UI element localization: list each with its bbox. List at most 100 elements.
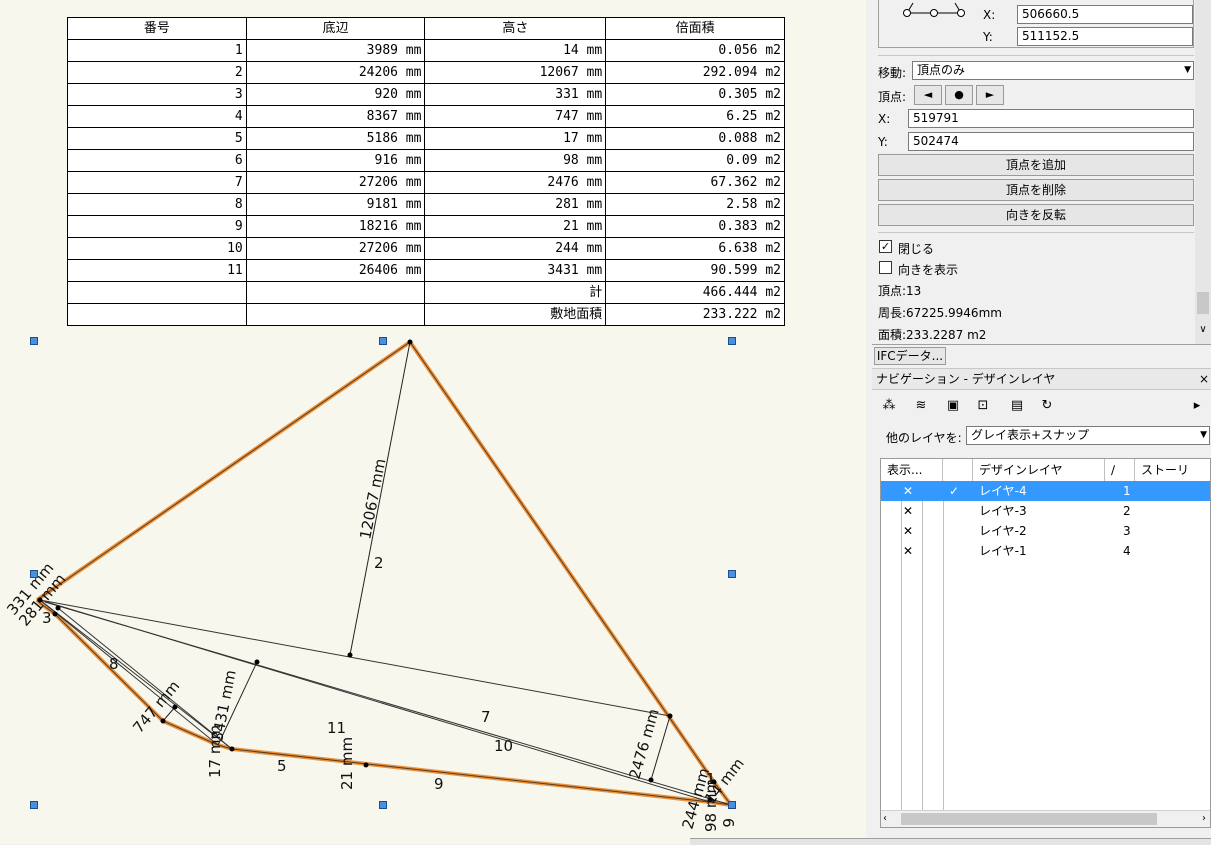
triangle-label-9: 9	[434, 775, 444, 793]
object-info-panel: X: 506660.5 Y: 511152.5 移動: 頂点のみ ▼ 頂点: ◄…	[872, 0, 1211, 344]
height-label-12067: 12067 mm	[356, 457, 389, 541]
divider	[878, 232, 1194, 233]
x-field[interactable]: 506660.5	[1017, 5, 1193, 24]
layer-order: 2	[1123, 504, 1131, 518]
visibility-icon[interactable]: ✕	[903, 481, 913, 501]
navigation-title: ナビゲーション - デザインレイヤ ×	[872, 368, 1211, 390]
chevron-down-icon: ▼	[1200, 430, 1207, 440]
layer-name: レイヤ-3	[979, 504, 1027, 518]
next-vertex-button[interactable]: ►	[976, 85, 1004, 105]
reverse-direction-button[interactable]: 向きを反転	[878, 204, 1194, 226]
column-active[interactable]	[943, 459, 973, 481]
show-direction-checkbox[interactable]	[879, 261, 892, 274]
hierarchy-icon[interactable]: ⁂	[878, 396, 900, 416]
visibility-icon[interactable]: ✕	[903, 501, 913, 521]
y-label: Y:	[983, 30, 993, 44]
triangle-label-11: 11	[327, 719, 346, 737]
layer-order: 1	[1123, 484, 1131, 498]
other-layers-dropdown[interactable]: グレイ表示+スナップ ▼	[966, 426, 1210, 445]
ifc-bar: IFCデータ...	[872, 344, 1211, 369]
other-layers-value: グレイ表示+スナップ	[971, 428, 1090, 442]
selection-handle[interactable]	[728, 337, 736, 345]
vertex-x-label: X:	[878, 112, 891, 126]
scrollbar-thumb[interactable]	[901, 813, 1157, 825]
y-field[interactable]: 511152.5	[1017, 27, 1193, 46]
selection-handle[interactable]	[30, 801, 38, 809]
perimeter-value: 周長:67225.9946mm	[878, 306, 1002, 320]
triangle-label-10: 10	[494, 737, 513, 755]
chevron-down-icon: ▼	[1184, 65, 1191, 75]
current-vertex-button[interactable]: ●	[945, 85, 973, 105]
horizontal-scrollbar[interactable]: ‹ ›	[881, 810, 1210, 827]
height-label-2476: 2476 mm	[626, 707, 663, 781]
vertex-x-field[interactable]: 519791	[908, 109, 1194, 128]
vertex-label: 頂点:	[878, 90, 907, 104]
triangle-label-8: 8	[109, 655, 119, 673]
reference-point-icon[interactable]	[899, 0, 969, 23]
layer-name: レイヤ-4	[979, 484, 1027, 498]
selection-handle[interactable]	[379, 337, 387, 345]
column-design-layer[interactable]: デザインレイヤ	[973, 459, 1105, 481]
triangle-label-7: 7	[481, 708, 491, 726]
column-story[interactable]: ストーリ	[1135, 459, 1210, 481]
selection-handle[interactable]	[30, 337, 38, 345]
layer-row[interactable]: ✕ レイヤ-1 4	[881, 541, 1210, 561]
site-polygon-drawing[interactable]: 12067 mm 2 7 10 11 5 9 8 3 331 mm 281 mm…	[0, 0, 866, 844]
file-icon[interactable]: ▤	[1006, 396, 1028, 416]
layer-order: 4	[1123, 544, 1131, 558]
delete-vertex-button[interactable]: 頂点を削除	[878, 179, 1194, 201]
move-mode-dropdown[interactable]: 頂点のみ ▼	[912, 61, 1194, 80]
layer-active-check[interactable]: ✓	[949, 481, 959, 501]
column-visibility[interactable]: 表示...	[881, 459, 943, 481]
reference-point-frame: X: 506660.5 Y: 511152.5	[878, 0, 1194, 48]
add-vertex-button[interactable]: 頂点を追加	[878, 154, 1194, 176]
visibility-icon[interactable]: ✕	[903, 541, 913, 561]
scrollbar-thumb[interactable]	[1197, 292, 1209, 314]
scroll-right-icon[interactable]: ›	[1202, 811, 1206, 827]
sheet-icon[interactable]: ▣	[942, 396, 964, 416]
vertex-count: 頂点:13	[878, 284, 922, 298]
navigation-panel: ナビゲーション - デザインレイヤ × ⁂ ≋ ▣ ⊡ ▤ ↻ ▸ 他のレイヤを…	[872, 368, 1211, 844]
viewport-icon[interactable]: ⊡	[972, 396, 994, 416]
diagonal-line	[39, 599, 671, 717]
navigation-title-text: ナビゲーション - デザインレイヤ	[876, 372, 1056, 386]
area-value: 面積:233.2287 m2	[878, 328, 987, 342]
other-layers-label: 他のレイヤを:	[886, 431, 962, 445]
scroll-left-icon[interactable]: ‹	[883, 811, 887, 827]
height-label-17: 17 mm	[206, 725, 224, 778]
show-direction-label: 向きを表示	[898, 263, 959, 277]
selection-handle[interactable]	[728, 801, 736, 809]
selection-handle[interactable]	[30, 570, 38, 578]
drawing-canvas[interactable]: 番号 底辺 高さ 倍面積 1 3989 mm 14 mm 0.056 m2 2 24206…	[0, 0, 866, 844]
diagonal-line	[39, 599, 219, 746]
closed-label: 閉じる	[898, 242, 935, 256]
x-label: X:	[983, 8, 996, 22]
ifc-data-button[interactable]: IFCデータ...	[874, 347, 946, 365]
scroll-down-icon[interactable]: ∨	[1195, 322, 1211, 338]
layer-row[interactable]: ✕ レイヤ-3 2	[881, 501, 1210, 521]
object-info-scrollbar[interactable]: ∨	[1195, 0, 1211, 344]
layer-name: レイヤ-2	[979, 524, 1027, 538]
layer-list[interactable]: 表示... デザインレイヤ ∕ ストーリ ✕ ✓ レイヤ-4 1 ✕ レイヤ-3 2 ✕ レイヤ…	[880, 458, 1211, 828]
vertex-y-field[interactable]: 502474	[908, 132, 1194, 151]
visibility-icon[interactable]: ✕	[903, 521, 913, 541]
sort-icon[interactable]: ∕	[1105, 459, 1135, 481]
move-label: 移動:	[878, 66, 907, 80]
close-icon[interactable]: ×	[1199, 369, 1209, 389]
height-label-21: 21 mm	[338, 737, 356, 790]
triangle-label-1: 1	[706, 770, 716, 788]
layer-name: レイヤ-1	[979, 544, 1027, 558]
layer-row[interactable]: ✕ ✓ レイヤ-4 1	[881, 481, 1210, 501]
previous-vertex-button[interactable]: ◄	[914, 85, 942, 105]
layer-row[interactable]: ✕ レイヤ-2 3	[881, 521, 1210, 541]
panel-arrow-icon[interactable]: ▸	[1186, 396, 1208, 416]
closed-checkbox[interactable]: ✓	[879, 240, 892, 253]
triangle-label-6: 6	[719, 818, 737, 828]
triangle-label-5: 5	[277, 757, 287, 775]
layers-icon[interactable]: ≋	[910, 396, 932, 416]
triangle-label-2: 2	[374, 554, 384, 572]
selection-handle[interactable]	[379, 801, 387, 809]
selection-handle[interactable]	[728, 570, 736, 578]
reference-icon[interactable]: ↻	[1036, 396, 1058, 416]
move-mode-value: 頂点のみ	[917, 63, 966, 77]
